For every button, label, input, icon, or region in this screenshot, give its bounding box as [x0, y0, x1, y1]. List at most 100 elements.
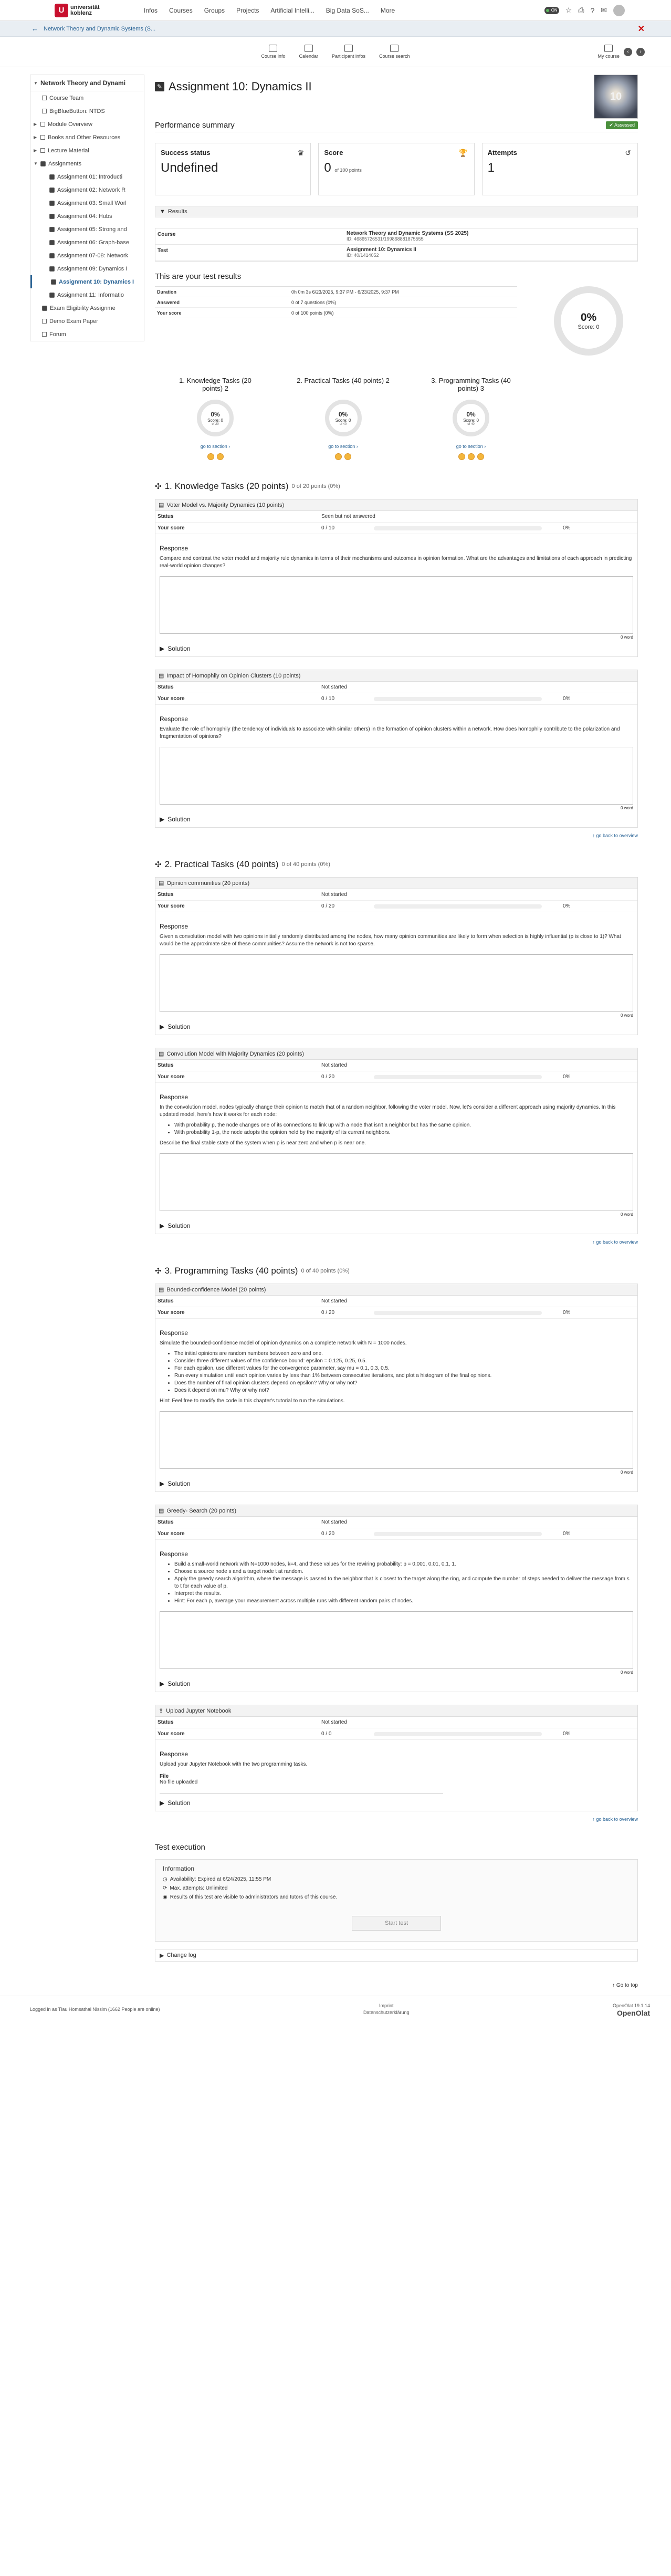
go-to-top-link[interactable]: ↑ Go to top — [155, 1983, 638, 1988]
print-icon[interactable]: ⎙ — [578, 6, 584, 15]
start-test-button[interactable]: Start test — [352, 1916, 441, 1931]
help-icon[interactable]: ? — [590, 6, 594, 15]
logo-line2: koblenz — [70, 9, 92, 16]
score-card: Score 0 of 100 points 🏆 — [318, 143, 475, 195]
prev-node-button[interactable]: ‹ — [624, 47, 632, 56]
solution-toggle[interactable]: ▶ Solution — [160, 645, 633, 652]
sidebar-item-assignment-01[interactable]: Assignment 01: Introducti — [30, 170, 144, 183]
solution-toggle[interactable]: ▶ Solution — [160, 1799, 633, 1807]
score-value: 0 — [324, 161, 331, 175]
back-to-overview-link[interactable]: ↑ go back to overview — [155, 1817, 638, 1822]
sidebar-item-course-team[interactable]: Course Team — [30, 91, 144, 105]
sidebar-item-assignment-02[interactable]: Assignment 02: Network R — [30, 183, 144, 196]
chevron-right-icon: ▶ — [160, 645, 165, 652]
avatar[interactable] — [613, 4, 625, 16]
results-table: Duration 0h 0m 3s 6/23/2025, 9:37 PM - 6/… — [155, 286, 517, 356]
sidebar-item-assignment-07-08[interactable]: Assignment 07-08: Network — [30, 249, 144, 262]
sidebar-item-assignment-06[interactable]: Assignment 06: Graph-base — [30, 236, 144, 249]
refresh-icon: ↺ — [625, 149, 631, 157]
sidebar-item-lecture-material[interactable]: ▶ Lecture Material — [30, 144, 144, 157]
sidebar-item-exam-eligibility[interactable]: Exam Eligibility Assignme — [30, 301, 144, 315]
my-course-button[interactable]: My course — [597, 45, 620, 59]
check-icon — [49, 226, 55, 232]
go-to-section-link[interactable]: go to section › — [201, 444, 230, 449]
nav-tab-ai[interactable]: Artificial Intelli... — [270, 7, 314, 14]
course-info-table: Course Network Theory and Dynamic System… — [155, 228, 638, 262]
sidebar-item-forum[interactable]: Forum — [30, 328, 144, 341]
check-icon — [49, 266, 55, 272]
back-to-overview-link[interactable]: ↑ go back to overview — [155, 833, 638, 838]
course-info-button[interactable]: Course info — [261, 45, 285, 59]
go-to-section-link[interactable]: go to section › — [456, 444, 486, 449]
sidebar-item-assignments[interactable]: ▼ Assignments — [30, 157, 144, 170]
chevron-right-icon: ▶ — [160, 1480, 165, 1487]
score-bar — [374, 1310, 542, 1315]
score-bar — [374, 904, 542, 909]
logged-in-user[interactable]: Logged in as Tlau Homsathai Nissim — [30, 2007, 107, 2012]
imprint-link[interactable]: Imprint — [363, 2003, 410, 2009]
go-to-section-link[interactable]: go to section › — [328, 444, 358, 449]
sidebar-item-assignment-03[interactable]: Assignment 03: Small Worl — [30, 196, 144, 210]
chevron-right-icon: ▶ — [34, 135, 37, 140]
back-to-overview-link[interactable]: ↑ go back to overview — [155, 1239, 638, 1245]
score-bar — [374, 526, 542, 530]
nav-more[interactable]: More — [381, 7, 395, 14]
online-count[interactable]: (1662 People are online) — [108, 2007, 160, 2012]
question-box: ▤ Greedy- Search (20 points) Status Not st… — [155, 1505, 638, 1692]
sidebar-item-assignment-11[interactable]: Assignment 11: Informatio — [30, 288, 144, 301]
question-box: ⇪ Upload Jupyter Notebook Status Not start… — [155, 1705, 638, 1811]
solution-toggle[interactable]: ▶ Solution — [160, 1480, 633, 1487]
calendar-button[interactable]: Calendar — [299, 45, 318, 59]
sidebar-item-assignment-10[interactable]: Assignment 10: Dynamics I — [30, 275, 144, 288]
close-icon[interactable]: ✕ — [638, 24, 645, 34]
nav-tab-bigdata[interactable]: Big Data SoS... — [326, 7, 369, 14]
back-arrow-icon[interactable]: ← — [32, 25, 38, 33]
logo[interactable]: U universität koblenz — [55, 3, 133, 17]
nav-groups[interactable]: Groups — [204, 7, 225, 14]
chevron-down-icon: ▼ — [34, 80, 38, 86]
course-search-button[interactable]: Course search — [379, 45, 410, 59]
results-toggle[interactable]: ▼ Results — [155, 206, 638, 217]
solution-toggle[interactable]: ▶ Solution — [160, 1023, 633, 1030]
nav-projects[interactable]: Projects — [236, 7, 259, 14]
sidebar-item-books[interactable]: ▶ Books and Other Resources — [30, 131, 144, 144]
solution-toggle[interactable]: ▶ Solution — [160, 1222, 633, 1229]
page-icon — [42, 319, 47, 324]
sidebar-item-assignment-09[interactable]: Assignment 09: Dynamics I — [30, 262, 144, 275]
sidebar-item-module-overview[interactable]: ▶ Module Overview — [30, 118, 144, 131]
score-donut: 0% Score: 0 — [554, 286, 623, 356]
mail-icon[interactable]: ✉ — [601, 6, 607, 15]
sidebar-item-assignment-05[interactable]: Assignment 05: Strong and — [30, 223, 144, 236]
section-summary-programming: 3. Programming Tasks (40 points) 3 0% Sco… — [424, 377, 518, 460]
puzzle-icon: ✣ — [155, 860, 162, 869]
solution-toggle[interactable]: ▶ Solution — [160, 816, 633, 823]
chevron-right-icon: ▶ — [160, 1680, 165, 1687]
openolat-logo[interactable]: OpenOlat — [613, 2009, 650, 2017]
participant-infos-button[interactable]: Participant infos — [332, 45, 365, 59]
nav-infos[interactable]: Infos — [144, 7, 158, 14]
chevron-right-icon: ▶ — [160, 1799, 165, 1807]
sidebar-item-bigbluebutton[interactable]: BigBlueButton: NTDS — [30, 105, 144, 118]
sidebar-item-demo-exam[interactable]: Demo Exam Paper — [30, 315, 144, 328]
answer-field — [160, 747, 633, 805]
bookmark-icon[interactable]: ☆ — [565, 6, 572, 15]
course-toolbar: Course info Calendar Participant infos C… — [0, 37, 671, 67]
sidebar-item-assignment-04[interactable]: Assignment 04: Hubs — [30, 210, 144, 223]
course-menu-title[interactable]: ▼ Network Theory and Dynami — [30, 75, 144, 91]
section-summary-practical: 2. Practical Tasks (40 points) 2 0% Score… — [296, 377, 391, 460]
version-label: OpenOlat 19.1.14 — [612, 2003, 650, 2008]
course-menu: ▼ Network Theory and Dynami Course Team … — [30, 75, 144, 341]
status-toggle[interactable]: ON — [544, 6, 559, 14]
next-node-button[interactable]: › — [636, 47, 645, 56]
breadcrumb-course[interactable]: Network Theory and Dynamic Systems (S... — [44, 26, 638, 32]
search-icon — [390, 45, 399, 52]
section-heading: ✣ 1. Knowledge Tasks (20 points) 0 of 20 p… — [155, 481, 340, 491]
puzzle-icon: ✣ — [155, 1267, 162, 1276]
chevron-right-icon: ▶ — [34, 148, 37, 153]
participants-icon — [344, 45, 353, 52]
question-box: ▤ Opinion communities (20 points) Status N… — [155, 877, 638, 1035]
nav-courses[interactable]: Courses — [169, 7, 193, 14]
privacy-link[interactable]: Datenschutzerklärung — [363, 2009, 410, 2016]
solution-toggle[interactable]: ▶ Solution — [160, 1680, 633, 1687]
change-log-toggle[interactable]: ▶ Change log — [155, 1949, 638, 1962]
